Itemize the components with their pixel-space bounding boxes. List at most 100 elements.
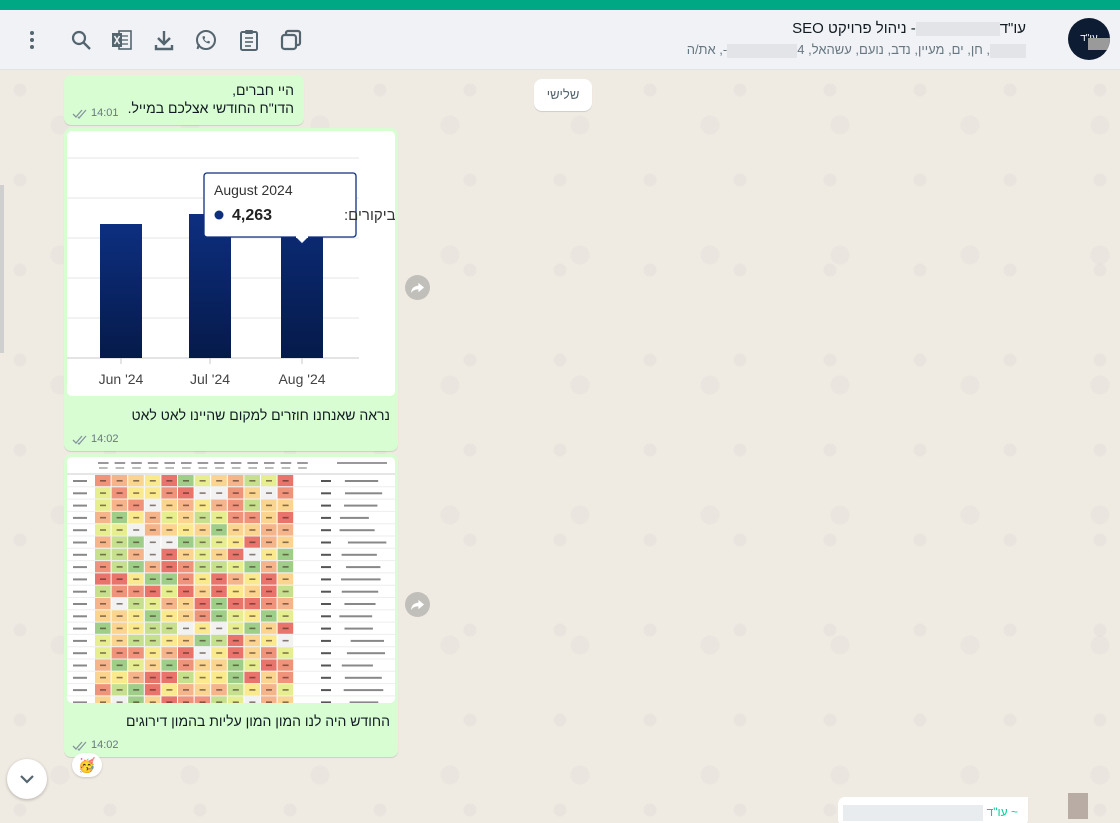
whatsapp-icon[interactable] bbox=[194, 28, 218, 52]
cell-text bbox=[166, 480, 173, 482]
clipboard-icon[interactable] bbox=[237, 28, 261, 52]
message-caption: החודש היה לנו המון המון עליות בהמון דירו… bbox=[126, 713, 390, 729]
cell-text bbox=[166, 492, 173, 494]
cell-text bbox=[266, 566, 272, 568]
participants-end: -, את/ה bbox=[686, 42, 728, 57]
cell-text bbox=[216, 689, 223, 691]
chat-pane[interactable]: שלישי היי חברים, הדו"ח החודשי אצלכם במיי… bbox=[0, 70, 1120, 823]
forward-button[interactable] bbox=[405, 275, 430, 300]
forward-button[interactable] bbox=[405, 592, 430, 617]
chat-title[interactable]: עו"ד - ניהול פרויקט SEO bbox=[792, 20, 1026, 37]
header-text bbox=[214, 462, 225, 464]
cell-text bbox=[133, 652, 140, 654]
message-reaction[interactable]: 🥳 bbox=[72, 753, 102, 777]
search-icon[interactable] bbox=[69, 28, 93, 52]
message-bubble[interactable]: Jun '24 Jul '24 Aug '24 August 2024 4,263 ביק… bbox=[64, 128, 398, 451]
scroll-down-button[interactable] bbox=[7, 759, 47, 799]
cell-text bbox=[166, 689, 173, 691]
cell-text bbox=[321, 480, 331, 482]
cell-text bbox=[166, 652, 173, 654]
cell-text bbox=[266, 541, 272, 544]
cell-text bbox=[166, 664, 173, 667]
cell-text bbox=[183, 603, 189, 605]
header-text bbox=[280, 462, 292, 464]
cell-text bbox=[249, 627, 256, 630]
cell-text bbox=[73, 566, 87, 569]
cell-text bbox=[266, 664, 272, 667]
header-text bbox=[131, 462, 142, 464]
scrollbar-thumb[interactable] bbox=[0, 185, 4, 353]
cell-text bbox=[183, 689, 189, 691]
header-text bbox=[215, 467, 224, 469]
cell-text bbox=[266, 639, 272, 642]
row-keyword bbox=[344, 504, 378, 507]
row-keyword bbox=[343, 689, 384, 692]
cell-text bbox=[166, 566, 173, 568]
cell-text bbox=[73, 504, 87, 507]
message-bubble[interactable]: היי חברים, הדו"ח החודשי אצלכם במייל. 14:… bbox=[64, 75, 304, 125]
cell-text bbox=[116, 566, 123, 568]
cell-text bbox=[133, 664, 140, 667]
header-text bbox=[264, 462, 275, 464]
cell-text bbox=[100, 590, 106, 593]
rankings-table-image[interactable] bbox=[67, 457, 395, 703]
chat-title-suffix: - ניהול פרויקט SEO bbox=[792, 20, 916, 37]
cell-text bbox=[216, 553, 223, 556]
cell-text bbox=[266, 553, 272, 556]
tooltip-pointer-cover bbox=[296, 236, 308, 238]
message-line: הדו"ח החודשי אצלכם במייל. bbox=[127, 100, 294, 116]
cell-text bbox=[249, 603, 256, 605]
cell-text bbox=[116, 701, 123, 703]
menu-icon[interactable] bbox=[20, 28, 44, 52]
sender-avatar[interactable] bbox=[1068, 793, 1088, 819]
visits-bar-chart: Jun '24 Jul '24 Aug '24 August 2024 4,263 ביק… bbox=[67, 157, 395, 387]
excel-icon[interactable] bbox=[110, 28, 134, 52]
tooltip-series-marker bbox=[214, 210, 224, 220]
cell-text bbox=[166, 516, 173, 519]
cell-text bbox=[321, 652, 331, 655]
incoming-message-preview[interactable]: ~ עו"ד bbox=[838, 797, 1028, 823]
header-text bbox=[132, 467, 141, 469]
cell-text bbox=[321, 541, 331, 544]
cell-text bbox=[199, 541, 206, 544]
cell-text bbox=[166, 529, 173, 531]
cell-text bbox=[100, 541, 106, 544]
tooltip-value: 4,263 bbox=[232, 207, 272, 224]
cell-text bbox=[149, 676, 156, 679]
header-text bbox=[248, 467, 257, 469]
chart-image[interactable]: Jun '24 Jul '24 Aug '24 August 2024 4,263 ביק… bbox=[67, 131, 395, 396]
cell-text bbox=[149, 492, 156, 494]
cell-text bbox=[249, 529, 256, 531]
cell-text bbox=[249, 492, 256, 494]
rankings-heatmap bbox=[67, 462, 395, 703]
cell-text bbox=[116, 492, 123, 494]
cell-text bbox=[166, 553, 173, 556]
chat-header[interactable]: עו"ד - ניהול פרויקט SEO , חן, ים, מעיין, … bbox=[0, 10, 1120, 70]
cell-text bbox=[133, 492, 140, 494]
cell-text bbox=[166, 701, 173, 703]
message-bubble[interactable]: החודש היה לנו המון המון עליות בהמון דירו… bbox=[64, 454, 398, 757]
cell-text bbox=[282, 639, 289, 642]
cell-text bbox=[249, 590, 256, 593]
cell-text bbox=[149, 541, 156, 544]
cell-text bbox=[199, 689, 206, 691]
cell-text bbox=[216, 516, 223, 519]
cell-text bbox=[183, 516, 189, 519]
download-icon[interactable] bbox=[152, 28, 176, 52]
cell-text bbox=[166, 603, 173, 605]
cell-text bbox=[321, 603, 331, 605]
cell-text bbox=[100, 516, 106, 519]
day-separator: שלישי bbox=[534, 79, 592, 111]
cell-text bbox=[183, 664, 189, 667]
copy-icon[interactable] bbox=[279, 28, 303, 52]
cell-text bbox=[100, 701, 106, 703]
cell-text bbox=[183, 553, 189, 556]
group-avatar[interactable]: עו"ד bbox=[1068, 18, 1110, 60]
cell-text bbox=[166, 504, 173, 507]
message-meta: 14:01 bbox=[72, 107, 119, 119]
cell-text bbox=[100, 639, 106, 642]
sender-name: ~ עו"ד bbox=[986, 805, 1018, 820]
cell-text bbox=[183, 676, 189, 679]
header-text bbox=[115, 467, 125, 469]
chevron-down-icon bbox=[20, 775, 34, 784]
